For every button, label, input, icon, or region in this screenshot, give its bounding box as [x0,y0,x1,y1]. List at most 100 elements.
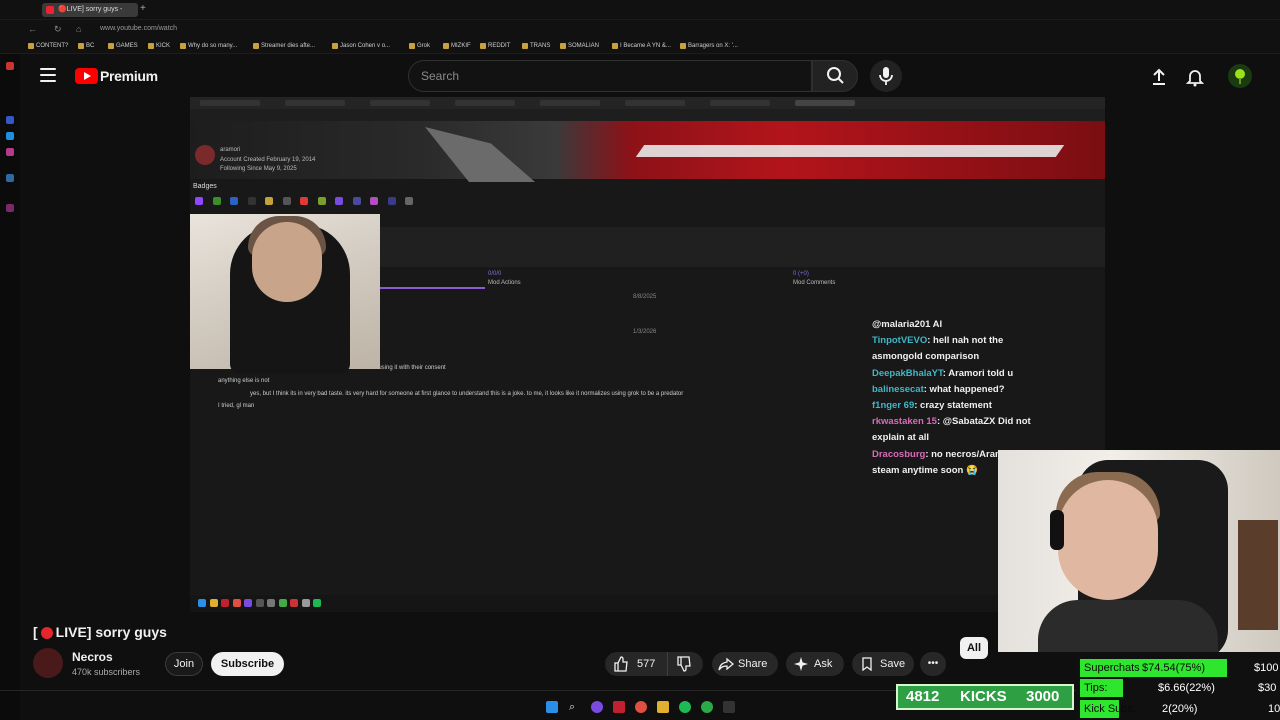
mod-comments-label: Mod Comments [793,280,836,286]
bookmark-item[interactable]: I Became A YN &... [612,41,671,51]
channel-name[interactable]: Necros [72,650,113,664]
like-button[interactable]: 577 [605,652,667,676]
bookmark-item[interactable]: REDDIT [480,41,510,51]
bookmark-item[interactable]: Grok [409,41,430,51]
sidebar-app-icon[interactable] [6,116,14,124]
search-icon [827,67,844,84]
bookmark-item[interactable]: BC [78,41,94,51]
captured-taskbar-icon [221,599,229,607]
account-avatar[interactable] [1228,64,1252,88]
chat-message: @malaria201 AI [872,318,942,331]
more-actions-button[interactable]: ••• [920,652,946,676]
tips-value: $6.66(22%) [1158,682,1215,694]
chat-message: steam anytime soon 😭 [872,464,978,477]
new-tab-icon[interactable]: + [140,3,150,15]
bookmark-item[interactable]: GAMES [108,41,138,51]
taskbar-browser-icon[interactable] [635,701,647,713]
youtube-logo[interactable]: Premium [75,67,165,85]
following-since: Following Since May 9, 2025 [220,166,297,172]
badge-icon [317,197,326,205]
subscriber-count: 470k subscribers [72,667,141,677]
share-button[interactable]: Share [712,652,778,676]
sidebar-app-icon[interactable] [6,148,14,156]
logo-premium-text: Premium [100,68,158,84]
taskbar-app-icon[interactable] [613,701,625,713]
dislike-button[interactable] [667,652,703,676]
hamburger-menu-icon[interactable] [40,68,56,82]
taskbar-xbox-icon[interactable] [701,701,713,713]
join-button[interactable]: Join [165,652,203,676]
sidebar-app-icon[interactable] [6,204,14,212]
save-label: Save [880,658,906,670]
bookmark-item[interactable]: TRANS [522,41,550,51]
chat-username: balinesecat [872,383,924,395]
chat-message: explain at all [872,431,929,444]
taskbar-folder-icon[interactable] [657,701,669,713]
browser-sidebar [0,54,20,720]
title-text: LIVE] sorry guys [55,624,167,640]
badge-icon [265,197,273,205]
chat-username: rkwastaken 15 [872,416,937,428]
badge-icon [195,197,203,205]
channel-avatar[interactable] [33,648,63,678]
bookmark-item[interactable]: CONTENT? [28,41,68,51]
badge-icon [282,197,291,205]
badge-icon [370,197,378,205]
tips-label: Tips: [1084,682,1108,694]
ask-label: Ask [814,658,833,670]
subscribe-button[interactable]: Subscribe [211,652,284,676]
chat-text: : crazy statement [914,400,992,411]
badge-icon [405,197,413,205]
sparkle-icon [794,657,808,671]
log-message: I tried, gl man [218,403,255,409]
live-dot-icon [40,627,53,639]
taskbar-search-icon[interactable]: ⌕ [569,701,581,713]
superchats-value: $74.54(75%) [1142,662,1205,674]
captured-taskbar-icon [244,599,252,607]
bookmark-item[interactable]: Why do so many... [180,41,237,51]
chat-username: f1nger 69 [872,400,915,411]
tips-goal: $30 [1258,682,1277,694]
microphone-icon [879,67,893,85]
bookmark-item[interactable]: KICK [148,41,170,51]
captured-taskbar-icon [313,599,321,607]
sidebar-app-icon[interactable] [6,132,14,140]
back-icon[interactable]: ← [28,24,37,34]
captured-address-bar [190,109,1105,121]
search-input[interactable]: Search [408,60,812,92]
badges-row [195,197,445,207]
captured-taskbar-icon [209,599,218,607]
bookmark-item[interactable]: MIZKIF [443,41,471,51]
chip-all[interactable]: All [960,637,988,659]
mod-stats-bar [380,227,1105,267]
sidebar-app-icon[interactable] [6,62,14,70]
home-icon[interactable]: ⌂ [76,24,81,34]
save-button[interactable]: Save [852,652,914,676]
captured-taskbar-icon [301,599,310,607]
log-message: en using it with their consent [370,365,446,371]
kick-subs-row: Kick Subs: 2(20%) 10 [1076,699,1280,719]
taskbar-spotify-icon[interactable] [679,701,691,713]
taskbar-app-icon[interactable] [591,701,603,713]
sidebar-app-icon[interactable] [6,174,14,182]
ask-button[interactable]: Ask [786,652,844,676]
title-prefix: [ [33,624,38,640]
bookmark-item[interactable]: Jason Cohen v o... [332,41,390,51]
kick-subs-goal: 10 [1268,703,1280,715]
voice-search-button[interactable] [870,60,902,92]
chat-username: DeepakBhalaYT [872,367,943,379]
superchats-goal: $100 [1254,662,1279,674]
create-upload-icon[interactable] [1148,66,1170,88]
bookmark-item[interactable]: Streamer dies afte... [253,41,315,51]
mod-comments-count: 0 (+0) [793,271,809,277]
taskbar-terminal-icon[interactable] [723,701,735,713]
captured-taskbar-icon [198,599,206,607]
notifications-bell-icon[interactable] [1184,66,1206,88]
browser-tab-active[interactable]: 🔴LIVE] sorry guys - [42,3,138,17]
search-button[interactable] [812,60,858,92]
windows-start-icon[interactable] [546,701,558,713]
bookmark-item[interactable]: SOMALIAN [560,41,599,51]
bookmark-item[interactable]: Barragers on X: '... [680,41,738,51]
url-field[interactable]: www.youtube.com/watch [100,23,1000,35]
reload-icon[interactable]: ↻ [54,24,62,34]
